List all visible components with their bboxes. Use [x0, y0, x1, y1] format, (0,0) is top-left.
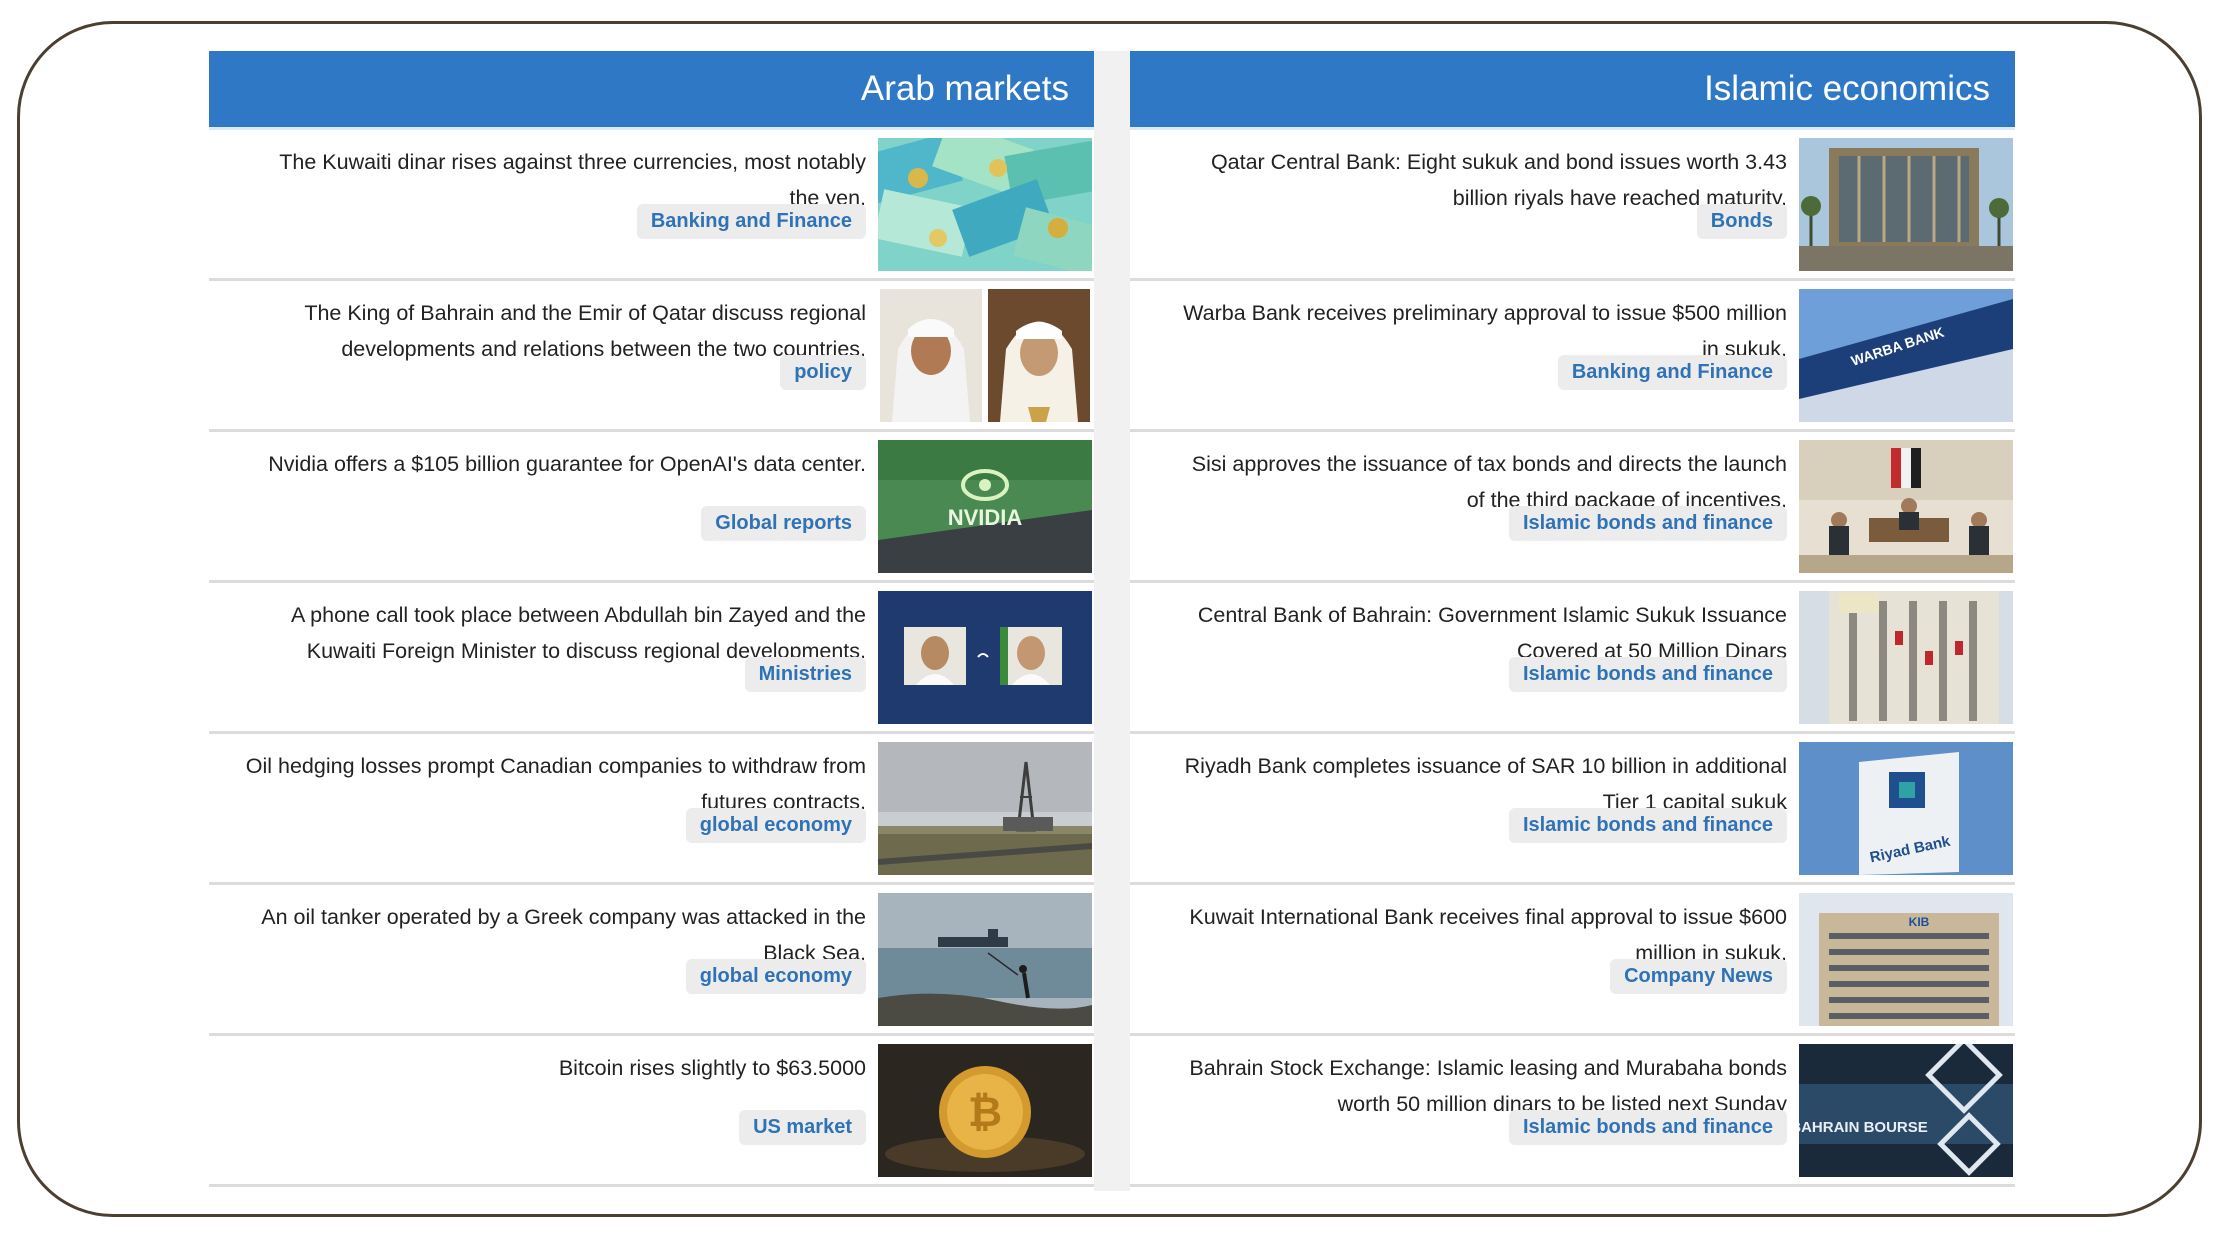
currency-banknotes-image[interactable] — [878, 138, 1092, 271]
tanker-sea-image[interactable] — [878, 893, 1092, 1026]
news-headline[interactable]: Nvidia offers a $105 billion guarantee f… — [206, 446, 866, 482]
arab-markets-header[interactable]: Arab markets — [209, 51, 1094, 130]
svg-text:₿: ₿ — [968, 1088, 1002, 1135]
kib-logo-text: KIB — [1909, 915, 1930, 929]
column-gutter — [1094, 51, 1130, 1191]
officials-phone-call-image[interactable] — [878, 591, 1092, 724]
category-tag[interactable]: global economy — [685, 808, 866, 843]
category-tag[interactable]: Ministries — [744, 657, 866, 692]
section-title[interactable]: Islamic economics — [1704, 69, 1990, 109]
news-item[interactable]: The Kuwaiti dinar rises against three cu… — [209, 130, 1094, 281]
news-item[interactable]: An oil tanker operated by a Greek compan… — [209, 885, 1094, 1036]
government-meeting-image[interactable] — [1799, 440, 2013, 573]
category-tag[interactable]: Islamic bonds and finance — [1508, 506, 1787, 541]
bitcoin-coin-image[interactable]: ₿ — [878, 1044, 1092, 1177]
category-tag[interactable]: Islamic bonds and finance — [1508, 657, 1787, 692]
category-tag[interactable]: global economy — [685, 959, 866, 994]
category-tag[interactable]: Global reports — [701, 506, 866, 541]
news-item[interactable]: Sisi approves the issuance of tax bonds … — [1130, 432, 2015, 583]
bourse-logo-text: BAHRAIN BOURSE — [1799, 1119, 1928, 1136]
category-tag[interactable]: Banking and Finance — [636, 204, 866, 239]
news-item[interactable]: Qatar Central Bank: Eight sukuk and bond… — [1130, 130, 2015, 281]
arab-markets-section: Arab markets The Kuwaiti dinar rises aga… — [209, 51, 1094, 1187]
news-item[interactable]: Oil hedging losses prompt Canadian compa… — [209, 734, 1094, 885]
riyad-bank-sign-image[interactable]: Riyad Bank — [1799, 742, 2013, 875]
islamic-economics-section: Islamic economics Qatar Central Bank: Ei… — [1130, 51, 2015, 1187]
news-item[interactable]: Nvidia offers a $105 billion guarantee f… — [209, 432, 1094, 583]
news-item[interactable]: Bahrain Stock Exchange: Islamic leasing … — [1130, 1036, 2015, 1187]
bahrain-bank-building-image[interactable] — [1799, 591, 2013, 724]
section-title[interactable]: Arab markets — [861, 69, 1069, 109]
islamic-economics-header[interactable]: Islamic economics — [1130, 51, 2015, 130]
leaders-portraits-image[interactable] — [878, 289, 1092, 422]
nvidia-logo-text: NVIDIA — [948, 505, 1023, 530]
news-item[interactable]: Riyadh Bank completes issuance of SAR 10… — [1130, 734, 2015, 885]
category-tag[interactable]: US market — [739, 1110, 866, 1145]
news-headline[interactable]: The King of Bahrain and the Emir of Qata… — [206, 295, 866, 367]
category-tag[interactable]: Bonds — [1696, 204, 1787, 239]
category-tag[interactable]: Banking and Finance — [1557, 355, 1787, 390]
news-headline[interactable]: Bitcoin rises slightly to $63.5000 — [206, 1050, 866, 1086]
kib-building-image[interactable]: KIB — [1799, 893, 2013, 1026]
news-item[interactable]: The King of Bahrain and the Emir of Qata… — [209, 281, 1094, 432]
category-tag[interactable]: Company News — [1610, 959, 1787, 994]
category-tag[interactable]: Islamic bonds and finance — [1508, 808, 1787, 843]
news-item[interactable]: Warba Bank receives preliminary approval… — [1130, 281, 2015, 432]
category-tag[interactable]: Islamic bonds and finance — [1508, 1110, 1787, 1145]
news-item[interactable]: Kuwait International Bank receives final… — [1130, 885, 2015, 1036]
central-bank-building-image[interactable] — [1799, 138, 2013, 271]
oil-rig-image[interactable] — [878, 742, 1092, 875]
news-item[interactable]: A phone call took place between Abdullah… — [209, 583, 1094, 734]
nvidia-building-image[interactable]: NVIDIA — [878, 440, 1092, 573]
news-item[interactable]: Central Bank of Bahrain: Government Isla… — [1130, 583, 2015, 734]
news-headline[interactable]: Qatar Central Bank: Eight sukuk and bond… — [1127, 144, 1787, 216]
news-item[interactable]: Bitcoin rises slightly to $63.5000 US ma… — [209, 1036, 1094, 1187]
warba-bank-sign-image[interactable]: WARBA BANK — [1799, 289, 2013, 422]
bahrain-bourse-image[interactable]: BAHRAIN BOURSE — [1799, 1044, 2013, 1177]
category-tag[interactable]: policy — [780, 355, 866, 390]
